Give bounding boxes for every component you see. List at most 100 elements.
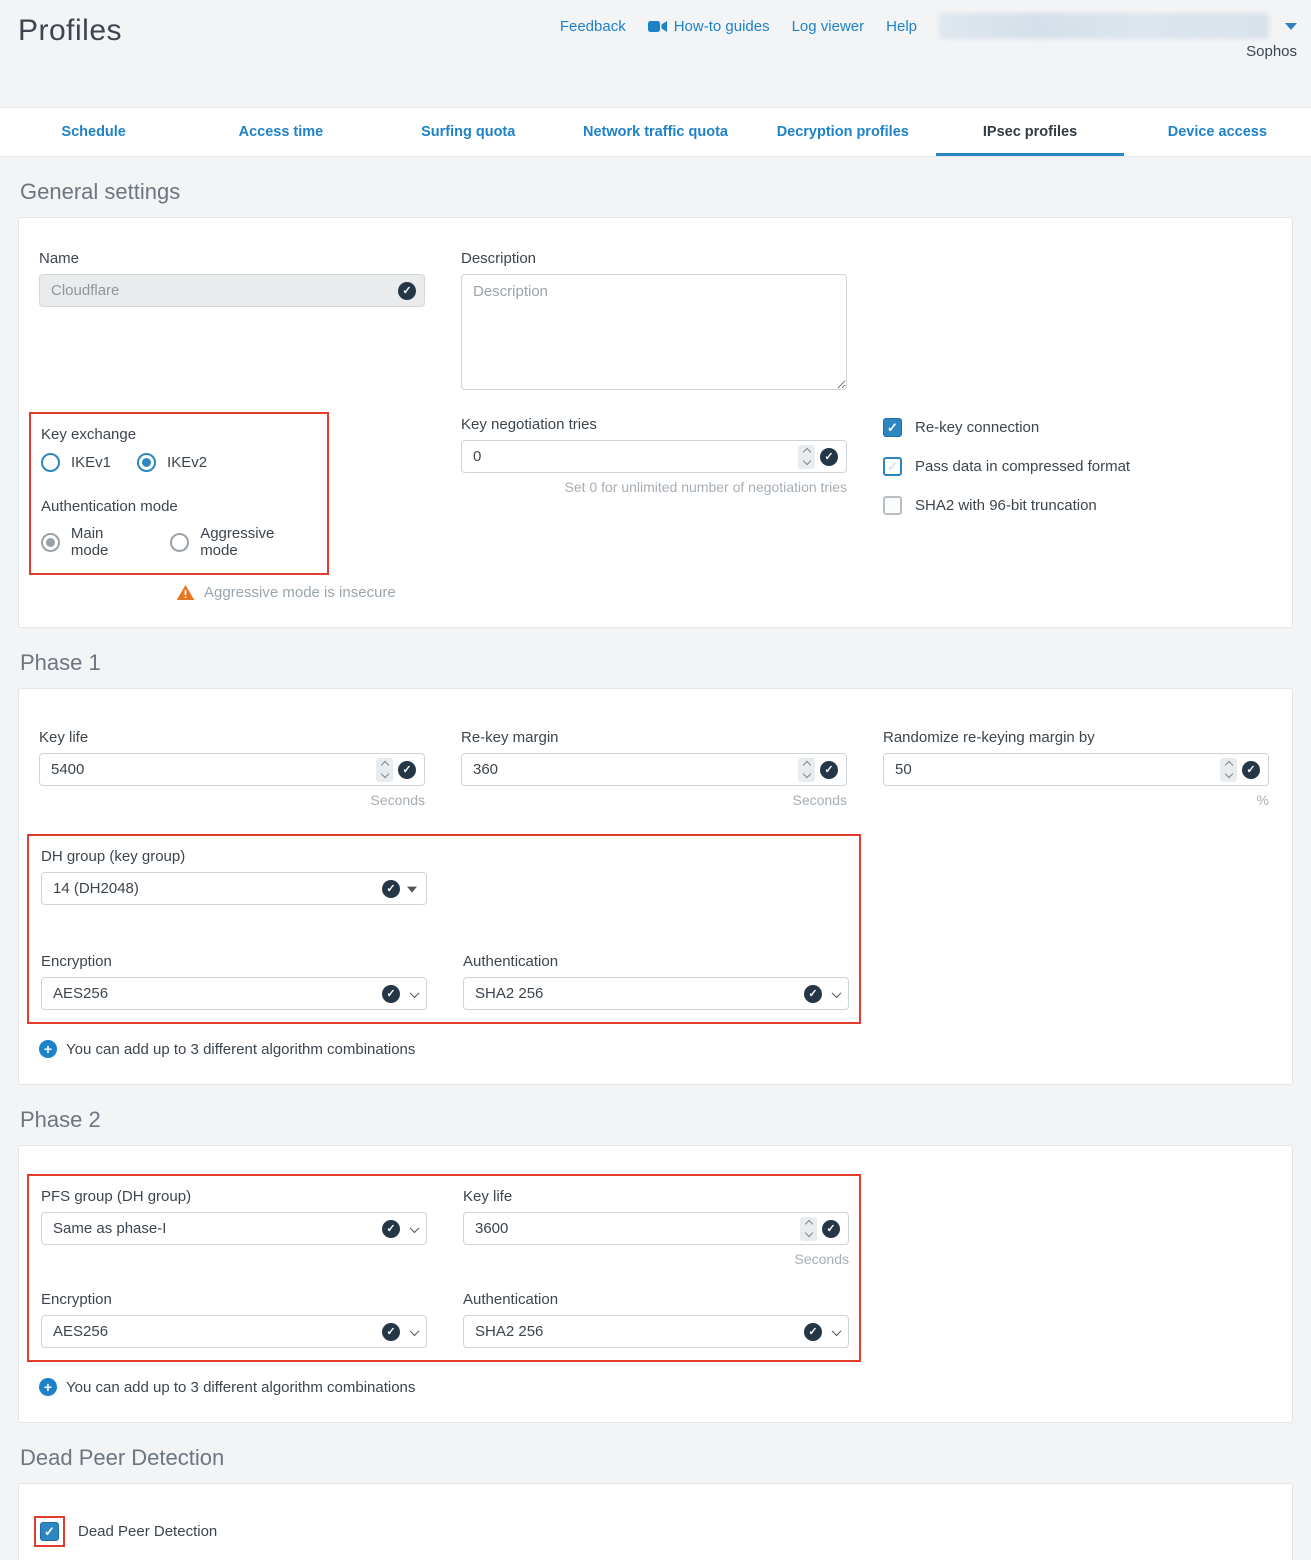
feedback-link[interactable]: Feedback xyxy=(560,18,626,35)
brand-label: Sophos xyxy=(1246,43,1297,60)
p1-dh-group-label: DH group (key group) xyxy=(41,848,427,865)
valid-check-icon: ✓ xyxy=(382,880,400,898)
valid-check-icon: ✓ xyxy=(382,1323,400,1341)
sha2-truncation-label: SHA2 with 96-bit truncation xyxy=(915,497,1097,514)
p1-authentication-label: Authentication xyxy=(463,953,849,970)
page-header: Profiles Feedback How-to guides Log view… xyxy=(0,0,1311,107)
radio-aggressive-mode[interactable]: Aggressive mode xyxy=(170,525,315,559)
video-camera-icon xyxy=(648,20,667,33)
user-account-menu[interactable] xyxy=(939,13,1269,39)
valid-check-icon: ✓ xyxy=(398,282,416,300)
p1-rekey-margin-hint: Seconds xyxy=(461,792,847,808)
warning-text: Aggressive mode is insecure xyxy=(204,584,396,601)
tab-ipsec-profiles[interactable]: IPsec profiles xyxy=(936,108,1123,156)
checkbox-unchecked-icon[interactable]: ✓ xyxy=(883,457,902,476)
phase1-panel: Key life ✓ Seconds Re-key margin ✓ Secon… xyxy=(18,688,1293,1085)
valid-check-icon: ✓ xyxy=(1242,761,1260,779)
description-input[interactable] xyxy=(461,274,847,390)
p2-key-life-input[interactable] xyxy=(475,1220,778,1237)
radio-selected-icon xyxy=(137,453,156,472)
highlight-box-phase2-algorithms: PFS group (DH group) Same as phase-I ✓ K… xyxy=(27,1174,861,1362)
chevron-down-icon xyxy=(832,1326,842,1336)
p1-dh-group-select[interactable]: 14 (DH2048) ✓ xyxy=(41,872,427,905)
radio-ikev2-label: IKEv2 xyxy=(167,454,207,471)
p2-encryption-value: AES256 xyxy=(53,1323,108,1340)
p2-encryption-select[interactable]: AES256 ✓ xyxy=(41,1315,427,1348)
chevron-down-icon xyxy=(410,1326,420,1336)
p2-pfs-group-value: Same as phase-I xyxy=(53,1220,166,1237)
p2-encryption-label: Encryption xyxy=(41,1291,427,1308)
radio-main-mode[interactable]: Main mode xyxy=(41,525,144,559)
p1-add-note: You can add up to 3 different algorithm … xyxy=(66,1041,415,1058)
chevron-down-icon xyxy=(410,1223,420,1233)
valid-check-icon: ✓ xyxy=(820,448,838,466)
sha2-truncation-option[interactable]: SHA2 with 96-bit truncation xyxy=(883,496,1269,515)
p1-rekey-margin-label: Re-key margin xyxy=(461,729,847,746)
tab-schedule[interactable]: Schedule xyxy=(0,108,187,156)
p2-key-life-field: ✓ xyxy=(463,1212,849,1245)
key-negotiation-field: ✓ xyxy=(461,440,847,473)
number-stepper[interactable] xyxy=(376,758,393,782)
key-negotiation-input[interactable] xyxy=(473,448,776,465)
rekey-connection-label: Re-key connection xyxy=(915,419,1039,436)
highlight-box-phase1-algorithms: DH group (key group) 14 (DH2048) ✓ Encry… xyxy=(27,834,861,1024)
feedback-label: Feedback xyxy=(560,18,626,35)
dpd-panel: ✓ Dead Peer Detection Check peer after e… xyxy=(18,1483,1293,1560)
compressed-format-label: Pass data in compressed format xyxy=(915,458,1130,475)
p1-randomize-field: ✓ xyxy=(883,753,1269,786)
add-combination-icon[interactable]: + xyxy=(39,1378,57,1396)
dropdown-caret-icon xyxy=(407,886,417,892)
valid-check-icon: ✓ xyxy=(820,761,838,779)
p1-authentication-value: SHA2 256 xyxy=(475,985,543,1002)
rekey-connection-option[interactable]: ✓ Re-key connection xyxy=(883,418,1269,437)
warning-icon xyxy=(176,584,195,601)
p1-encryption-select[interactable]: AES256 ✓ xyxy=(41,977,427,1010)
dpd-checkbox[interactable]: ✓ xyxy=(40,1522,59,1541)
chevron-down-icon xyxy=(410,988,420,998)
howto-guides-label: How-to guides xyxy=(674,18,770,35)
checkbox-checked-icon[interactable]: ✓ xyxy=(883,418,902,437)
checkbox-unchecked-icon[interactable] xyxy=(883,496,902,515)
tab-network-traffic-quota[interactable]: Network traffic quota xyxy=(562,108,749,156)
tab-decryption-profiles[interactable]: Decryption profiles xyxy=(749,108,936,156)
chevron-down-icon xyxy=(832,988,842,998)
number-stepper[interactable] xyxy=(798,445,815,469)
radio-main-mode-label: Main mode xyxy=(71,525,144,559)
tab-device-access[interactable]: Device access xyxy=(1124,108,1311,156)
radio-aggressive-mode-label: Aggressive mode xyxy=(200,525,315,559)
name-input[interactable] xyxy=(51,282,354,299)
add-combination-icon[interactable]: + xyxy=(39,1040,57,1058)
valid-check-icon: ✓ xyxy=(382,985,400,1003)
howto-guides-link[interactable]: How-to guides xyxy=(648,18,770,35)
chevron-down-icon[interactable] xyxy=(1285,23,1297,30)
p1-authentication-select[interactable]: SHA2 256 ✓ xyxy=(463,977,849,1010)
radio-ikev2[interactable]: IKEv2 xyxy=(137,453,207,472)
number-stepper[interactable] xyxy=(1220,758,1237,782)
p2-key-life-hint: Seconds xyxy=(463,1251,849,1267)
log-viewer-link[interactable]: Log viewer xyxy=(792,18,865,35)
radio-ikev1[interactable]: IKEv1 xyxy=(41,453,111,472)
p1-randomize-input[interactable] xyxy=(895,761,1198,778)
p1-encryption-label: Encryption xyxy=(41,953,427,970)
compressed-format-option[interactable]: ✓ Pass data in compressed format xyxy=(883,457,1269,476)
number-stepper[interactable] xyxy=(800,1217,817,1241)
help-label: Help xyxy=(886,18,917,35)
phase2-heading: Phase 2 xyxy=(20,1107,1293,1133)
p1-dh-group-value: 14 (DH2048) xyxy=(53,880,139,897)
general-settings-heading: General settings xyxy=(20,179,1293,205)
p2-authentication-select[interactable]: SHA2 256 ✓ xyxy=(463,1315,849,1348)
p1-rekey-margin-input[interactable] xyxy=(473,761,776,778)
key-negotiation-label: Key negotiation tries xyxy=(461,416,847,433)
p2-pfs-group-select[interactable]: Same as phase-I ✓ xyxy=(41,1212,427,1245)
p2-pfs-group-label: PFS group (DH group) xyxy=(41,1188,427,1205)
p1-randomize-hint: % xyxy=(883,792,1269,808)
p1-key-life-input[interactable] xyxy=(51,761,354,778)
key-negotiation-hint: Set 0 for unlimited number of negotiatio… xyxy=(461,479,847,495)
name-label: Name xyxy=(39,250,425,267)
valid-check-icon: ✓ xyxy=(382,1220,400,1238)
number-stepper[interactable] xyxy=(798,758,815,782)
help-link[interactable]: Help xyxy=(886,18,917,35)
tab-access-time[interactable]: Access time xyxy=(187,108,374,156)
tab-surfing-quota[interactable]: Surfing quota xyxy=(375,108,562,156)
phase1-heading: Phase 1 xyxy=(20,650,1293,676)
